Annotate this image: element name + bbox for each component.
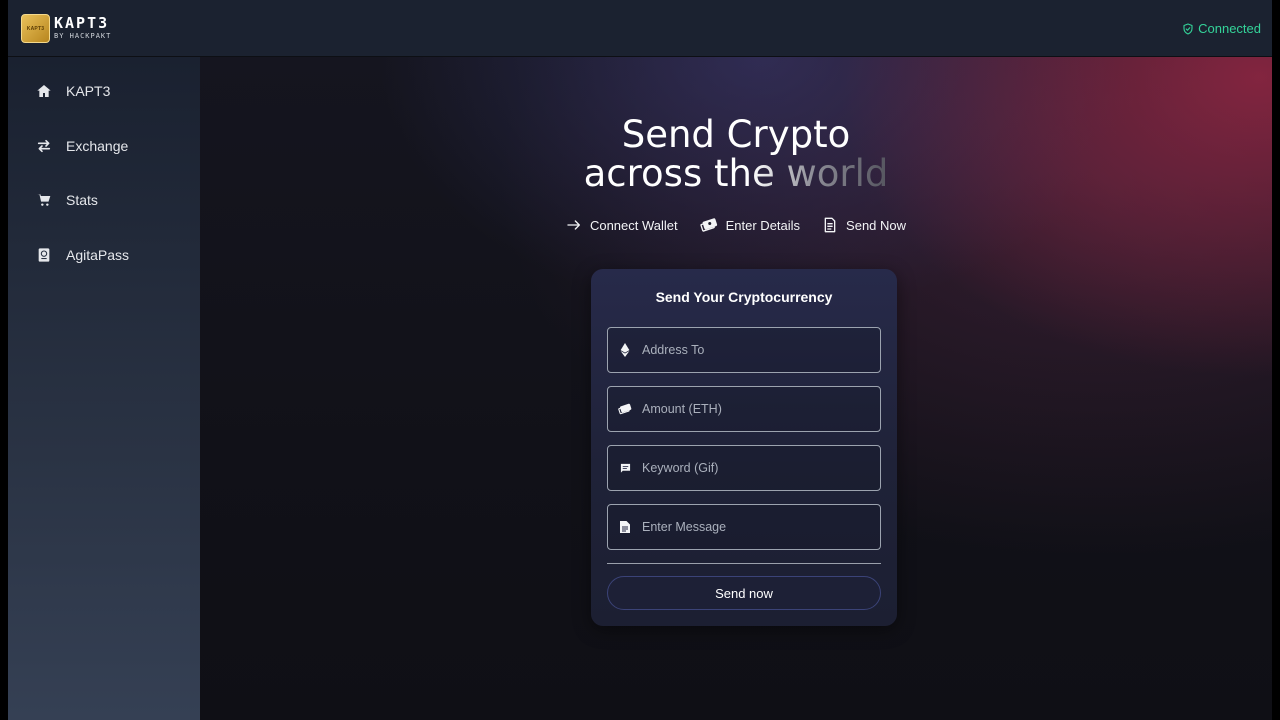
amount-field[interactable]	[607, 386, 881, 432]
connection-status: Connected	[1182, 21, 1261, 36]
step-connect-wallet: Connect Wallet	[566, 217, 678, 233]
sidebar-item-stats[interactable]: Stats	[8, 180, 200, 220]
app-window: KAPT3 KAPT3 BY HACKPAKT Connected KAPT3 …	[8, 0, 1272, 720]
keyword-field[interactable]	[607, 445, 881, 491]
hero-line-2: across the world	[583, 152, 889, 195]
passport-icon	[36, 247, 52, 263]
document-icon	[824, 217, 836, 233]
message-input[interactable]	[642, 520, 872, 534]
note-icon	[608, 521, 642, 533]
step-send-now: Send Now	[822, 217, 906, 233]
hero-line-1: Send Crypto	[621, 113, 851, 156]
step-label: Send Now	[846, 217, 907, 233]
sidebar-item-label: AgitaPass	[66, 247, 130, 263]
logo-badge-icon: KAPT3	[21, 14, 50, 43]
form-divider	[607, 563, 881, 564]
logo-text: KAPT3 BY HACKPAKT	[54, 16, 111, 41]
exchange-arrows-icon	[36, 138, 52, 154]
top-bar: KAPT3 KAPT3 BY HACKPAKT Connected	[8, 0, 1272, 57]
chat-icon	[608, 463, 642, 474]
address-input[interactable]	[642, 343, 872, 357]
ethereum-icon	[608, 343, 642, 357]
step-enter-details: Enter Details	[700, 217, 800, 233]
home-icon	[36, 83, 52, 99]
card-title: Send Your Cryptocurrency	[655, 289, 833, 305]
sidebar-item-label: Stats	[66, 192, 98, 208]
step-label: Enter Details	[725, 217, 801, 233]
arrow-right-icon	[567, 220, 580, 230]
logo-title: KAPT3	[54, 14, 110, 32]
sidebar-item-label: Exchange	[66, 138, 129, 154]
cart-icon	[36, 192, 52, 208]
step-label: Connect Wallet	[589, 217, 678, 233]
connection-status-label: Connected	[1198, 21, 1261, 36]
shield-check-icon	[1183, 22, 1193, 35]
sidebar-item-agitapass[interactable]: AgitaPass	[8, 235, 200, 275]
hero-heading: Send Crypto across the world	[200, 115, 1272, 193]
message-field[interactable]	[607, 504, 881, 550]
steps-row: Connect Wallet Enter Details Send Now	[200, 217, 1272, 233]
logo[interactable]: KAPT3 KAPT3 BY HACKPAKT	[21, 14, 111, 43]
sidebar: KAPT3 Exchange Stats AgitaPass	[8, 57, 200, 720]
amount-input[interactable]	[642, 402, 872, 416]
sidebar-item-exchange[interactable]: Exchange	[8, 126, 200, 166]
logo-subtitle: BY HACKPAKT	[54, 32, 112, 40]
address-field[interactable]	[607, 327, 881, 373]
main-content: Send Crypto across the world Connect Wal…	[200, 57, 1272, 720]
logo-badge-text: KAPT3	[26, 25, 45, 32]
send-crypto-card: Send Your Cryptocurrency Address To Amou…	[591, 269, 897, 626]
send-now-button[interactable]: Send now	[607, 576, 881, 610]
money-icon	[700, 218, 717, 232]
keyword-input[interactable]	[642, 461, 872, 475]
sidebar-item-kapt3[interactable]: KAPT3	[8, 71, 200, 111]
sidebar-item-label: KAPT3	[66, 83, 111, 99]
money-icon	[608, 403, 642, 415]
